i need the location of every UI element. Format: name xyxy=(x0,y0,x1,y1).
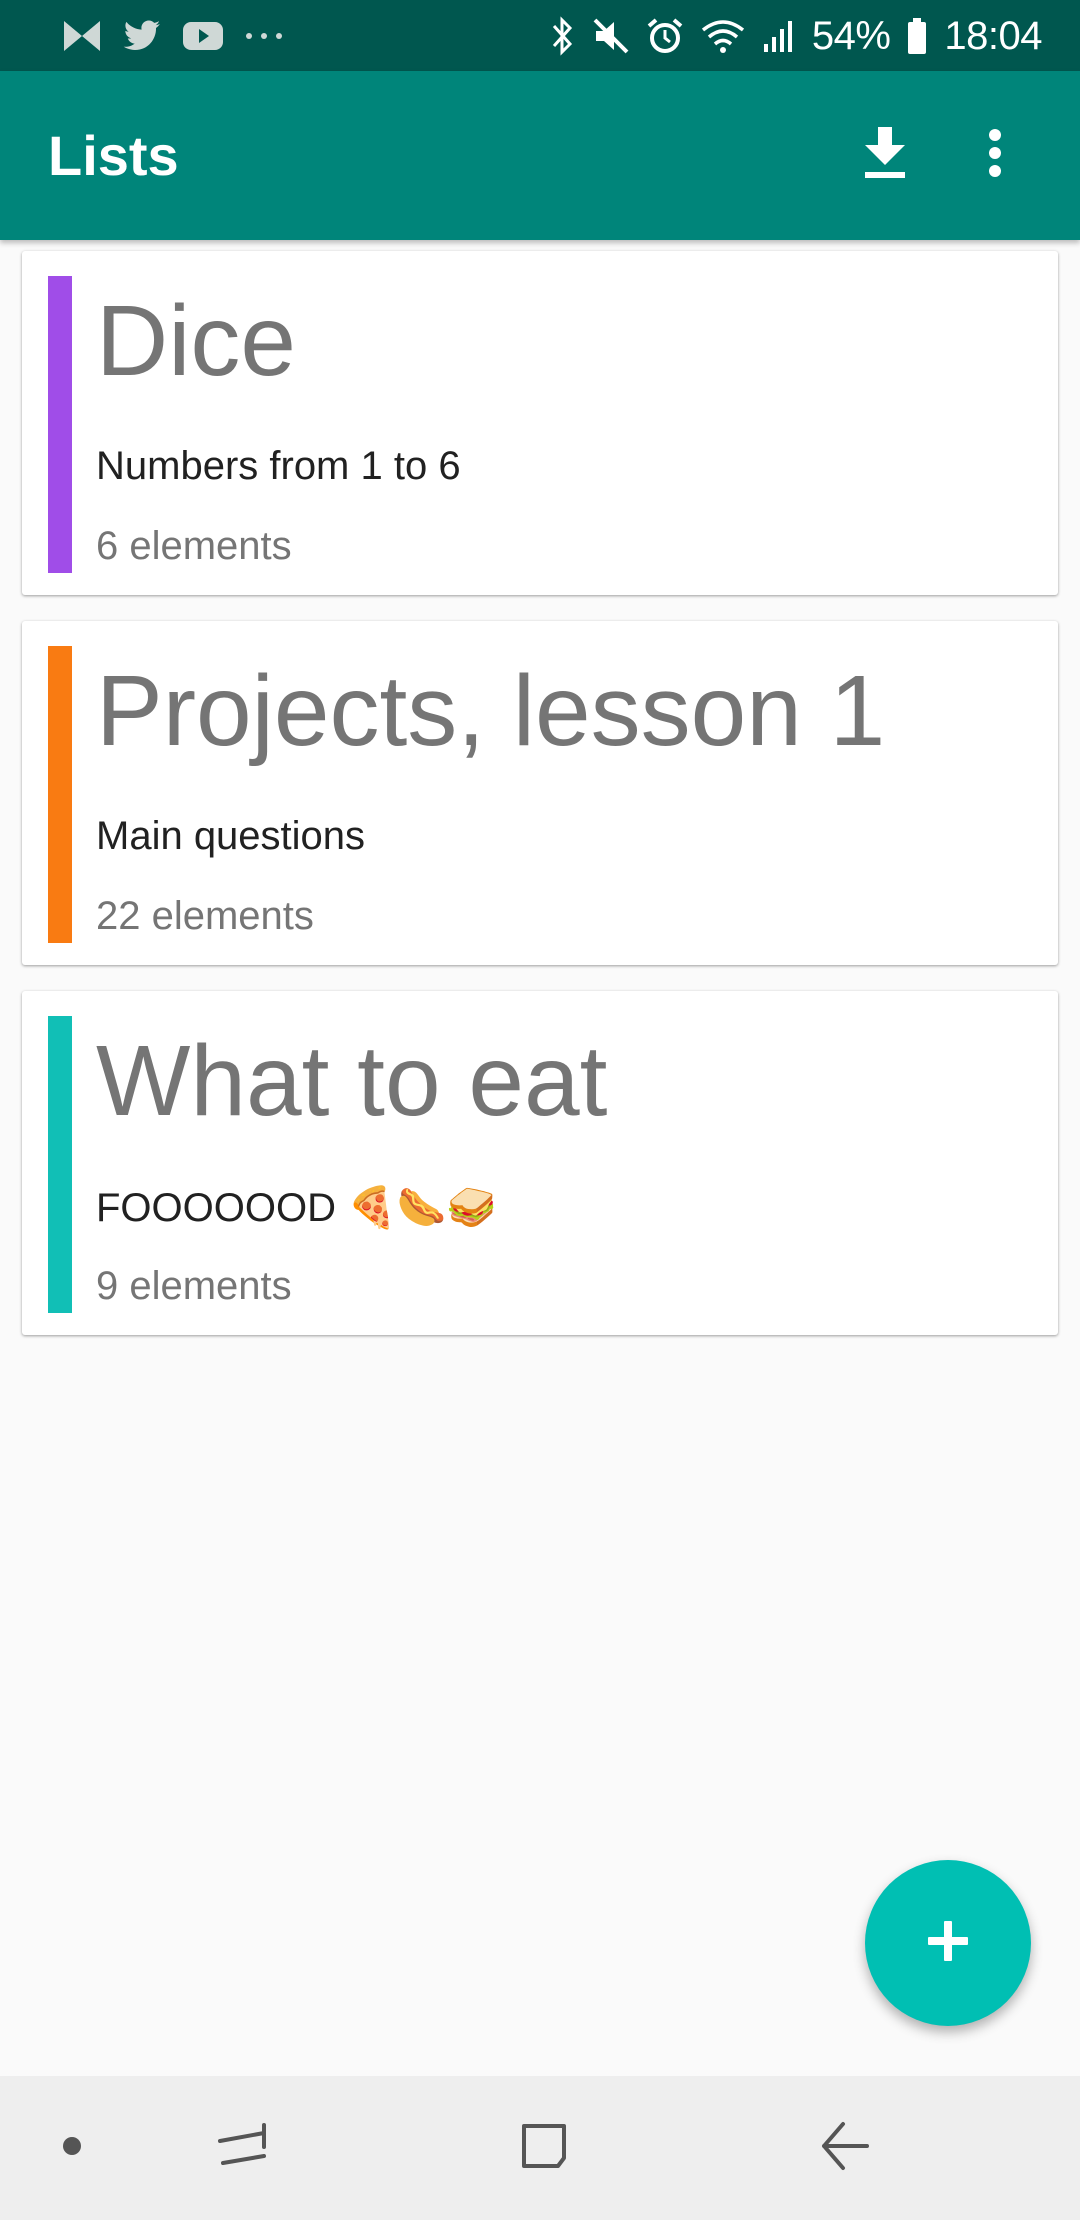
add-list-button[interactable] xyxy=(865,1860,1031,2026)
dot-icon xyxy=(62,2136,82,2161)
back-icon xyxy=(819,2120,873,2177)
list-title: What to eat xyxy=(96,1025,608,1137)
list-description: FOOOOOOD 🍕🌭🥪 xyxy=(96,1186,497,1230)
wifi-icon xyxy=(700,18,746,54)
overflow-menu-icon xyxy=(987,128,1003,183)
overflow-menu-button[interactable] xyxy=(940,101,1050,211)
twitter-icon xyxy=(122,19,162,53)
lists-container: Dice Numbers from 1 to 6 6 elements Proj… xyxy=(22,251,1058,1361)
bluetooth-icon xyxy=(548,15,576,56)
list-title: Dice xyxy=(96,285,297,397)
list-color-bar xyxy=(48,646,72,943)
home-icon xyxy=(518,2120,570,2177)
list-description: Main questions xyxy=(96,814,366,858)
notification-icon xyxy=(62,19,102,53)
nav-dot-button[interactable] xyxy=(30,2076,114,2220)
list-title: Projects, lesson 1 xyxy=(96,655,886,767)
alarm-icon xyxy=(646,17,684,55)
list-element-count: 6 elements xyxy=(96,524,292,568)
list-color-bar xyxy=(48,1016,72,1313)
more-notifications-icon xyxy=(244,31,284,41)
list-element-count: 9 elements xyxy=(96,1264,292,1308)
youtube-icon xyxy=(182,20,224,52)
status-left-icons xyxy=(62,19,284,53)
download-button[interactable] xyxy=(830,101,940,211)
nav-back-button[interactable] xyxy=(786,2076,906,2220)
nav-home-button[interactable] xyxy=(484,2076,604,2220)
system-nav-bar xyxy=(0,2076,1080,2220)
list-description: Numbers from 1 to 6 xyxy=(96,444,461,488)
status-right-icons: 54% 18:04 xyxy=(548,16,1042,56)
list-card-what-to-eat[interactable]: What to eat FOOOOOOD 🍕🌭🥪 9 elements xyxy=(22,991,1058,1335)
list-color-bar xyxy=(48,276,72,573)
status-bar: 54% 18:04 xyxy=(0,0,1080,71)
nav-recents-button[interactable] xyxy=(182,2076,302,2220)
battery-icon xyxy=(906,17,928,55)
mute-icon xyxy=(592,17,630,55)
list-element-count: 22 elements xyxy=(96,894,314,938)
list-card-projects-lesson-1[interactable]: Projects, lesson 1 Main questions 22 ele… xyxy=(22,621,1058,965)
battery-percent: 54% xyxy=(811,13,891,58)
download-icon xyxy=(861,125,909,186)
app-bar: Lists xyxy=(0,71,1080,240)
recents-icon xyxy=(215,2119,269,2178)
plus-icon xyxy=(926,1919,970,1968)
signal-icon xyxy=(762,18,796,54)
list-card-dice[interactable]: Dice Numbers from 1 to 6 6 elements xyxy=(22,251,1058,595)
page-title: Lists xyxy=(48,124,179,187)
clock: 18:04 xyxy=(944,13,1042,58)
